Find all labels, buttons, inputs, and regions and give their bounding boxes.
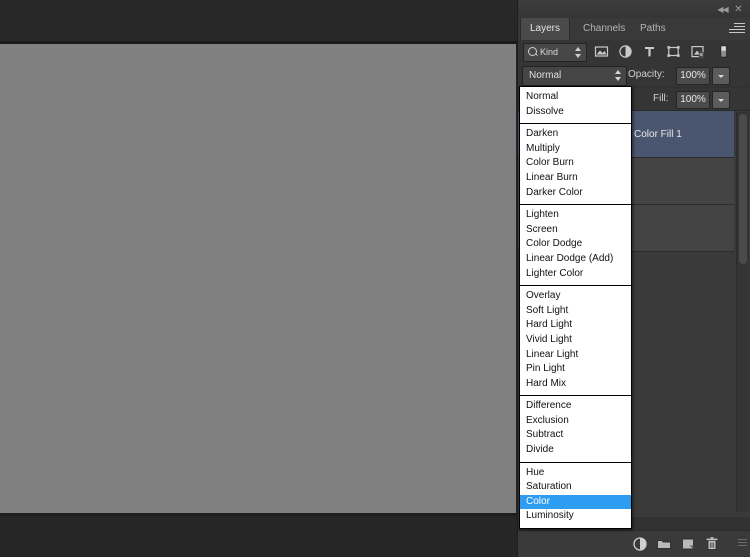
blend-mode-option[interactable]: Darken (520, 127, 631, 142)
blend-mode-option[interactable]: Color Dodge (520, 237, 631, 252)
fill-label: Fill: (653, 90, 669, 108)
blend-mode-group: DifferenceExclusionSubtractDivide (520, 396, 631, 462)
blend-mode-select[interactable]: Normal (522, 66, 627, 86)
filter-adjustment-layers-icon[interactable] (618, 44, 633, 59)
blend-mode-option[interactable]: Overlay (520, 289, 631, 304)
tab-layers[interactable]: Layers (520, 18, 570, 40)
blend-mode-option[interactable]: Subtract (520, 428, 631, 443)
blend-mode-option[interactable]: Darker Color (520, 186, 631, 201)
blend-mode-group: NormalDissolve (520, 87, 631, 124)
search-icon (528, 47, 537, 56)
tab-channels[interactable]: Channels (574, 18, 634, 40)
blend-mode-option[interactable]: Linear Dodge (Add) (520, 252, 631, 267)
blend-mode-option[interactable]: Saturation (520, 480, 631, 495)
blend-mode-row: Normal Opacity: 100% (518, 64, 750, 86)
filter-toggle-switch-icon[interactable] (716, 44, 731, 59)
blend-mode-option[interactable]: Soft Light (520, 304, 631, 319)
filter-type-layers-icon[interactable] (642, 44, 657, 59)
blend-mode-dropdown[interactable]: NormalDissolveDarkenMultiplyColor BurnLi… (519, 86, 632, 529)
blend-mode-value: Normal (529, 67, 561, 85)
scrollbar-thumb[interactable] (739, 114, 747, 264)
blend-mode-option[interactable]: Hard Light (520, 318, 631, 333)
blend-mode-option[interactable]: Hue (520, 466, 631, 481)
blend-mode-option[interactable]: Linear Burn (520, 171, 631, 186)
blend-mode-option[interactable]: Difference (520, 399, 631, 414)
panel-tab-bar: Layers Channels Paths (518, 18, 750, 41)
blend-mode-option[interactable]: Divide (520, 443, 631, 458)
new-layer-icon[interactable] (680, 536, 696, 552)
filter-pixel-layers-icon[interactable] (594, 44, 609, 59)
opacity-label: Opacity: (628, 66, 665, 84)
image-canvas[interactable] (0, 44, 516, 513)
delete-layer-trash-icon[interactable] (704, 536, 720, 552)
opacity-input[interactable]: 100% (676, 67, 710, 85)
blend-mode-option[interactable]: Hard Mix (520, 377, 631, 392)
blend-mode-group: DarkenMultiplyColor BurnLinear BurnDarke… (520, 124, 631, 205)
up-down-arrows-icon (575, 47, 582, 58)
blend-mode-option[interactable]: Lighter Color (520, 267, 631, 282)
blend-mode-option[interactable]: Pin Light (520, 362, 631, 377)
opacity-dropdown-arrow[interactable] (712, 67, 730, 85)
blend-mode-option[interactable]: Exclusion (520, 414, 631, 429)
layers-panel: ◀◀ ✕ Layers Channels Paths Kind (517, 0, 750, 557)
tab-paths[interactable]: Paths (631, 18, 675, 40)
document-area (0, 0, 517, 557)
close-panel-icon[interactable]: ✕ (732, 3, 745, 16)
blend-mode-option[interactable]: Vivid Light (520, 333, 631, 348)
filter-kind-select[interactable]: Kind (523, 43, 587, 62)
blend-mode-option[interactable]: Color (520, 495, 631, 510)
blend-mode-option[interactable]: Linear Light (520, 348, 631, 363)
blend-mode-option[interactable]: Multiply (520, 142, 631, 157)
blend-mode-option[interactable]: Color Burn (520, 156, 631, 171)
panel-titlebar: ◀◀ ✕ (518, 0, 750, 19)
canvas-bottom-shadow (0, 513, 517, 516)
layer-filter-row: Kind (518, 40, 750, 65)
blend-mode-option[interactable]: Luminosity (520, 509, 631, 524)
new-group-folder-icon[interactable] (656, 536, 672, 552)
layer-name: Color Fill 1 (634, 111, 682, 158)
blend-mode-option[interactable]: Lighten (520, 208, 631, 223)
blend-mode-option[interactable]: Normal (520, 90, 631, 105)
filter-smart-object-icon[interactable] (690, 44, 705, 59)
blend-mode-group: LightenScreenColor DodgeLinear Dodge (Ad… (520, 205, 631, 286)
collapse-panel-icon[interactable]: ◀◀ (716, 3, 729, 16)
fill-input[interactable]: 100% (676, 91, 710, 109)
blend-mode-option[interactable]: Dissolve (520, 105, 631, 120)
blend-mode-group: HueSaturationColorLuminosity (520, 463, 631, 528)
document-titlebar (0, 0, 517, 42)
layer-list-scrollbar[interactable] (736, 112, 749, 512)
blend-mode-option[interactable]: Screen (520, 223, 631, 238)
layer-style-fx-icon[interactable] (632, 536, 648, 552)
fill-dropdown-arrow[interactable] (712, 91, 730, 109)
filter-kind-label: Kind (540, 44, 558, 61)
blend-mode-group: OverlaySoft LightHard LightVivid LightLi… (520, 286, 631, 396)
photoshop-window: ◀◀ ✕ Layers Channels Paths Kind (0, 0, 750, 557)
resize-grip-icon[interactable] (738, 539, 747, 549)
up-down-arrows-icon (615, 70, 622, 81)
filter-shape-layers-icon[interactable] (666, 44, 681, 59)
panel-menu-icon[interactable] (729, 23, 745, 35)
layers-panel-toolbar (518, 530, 750, 557)
